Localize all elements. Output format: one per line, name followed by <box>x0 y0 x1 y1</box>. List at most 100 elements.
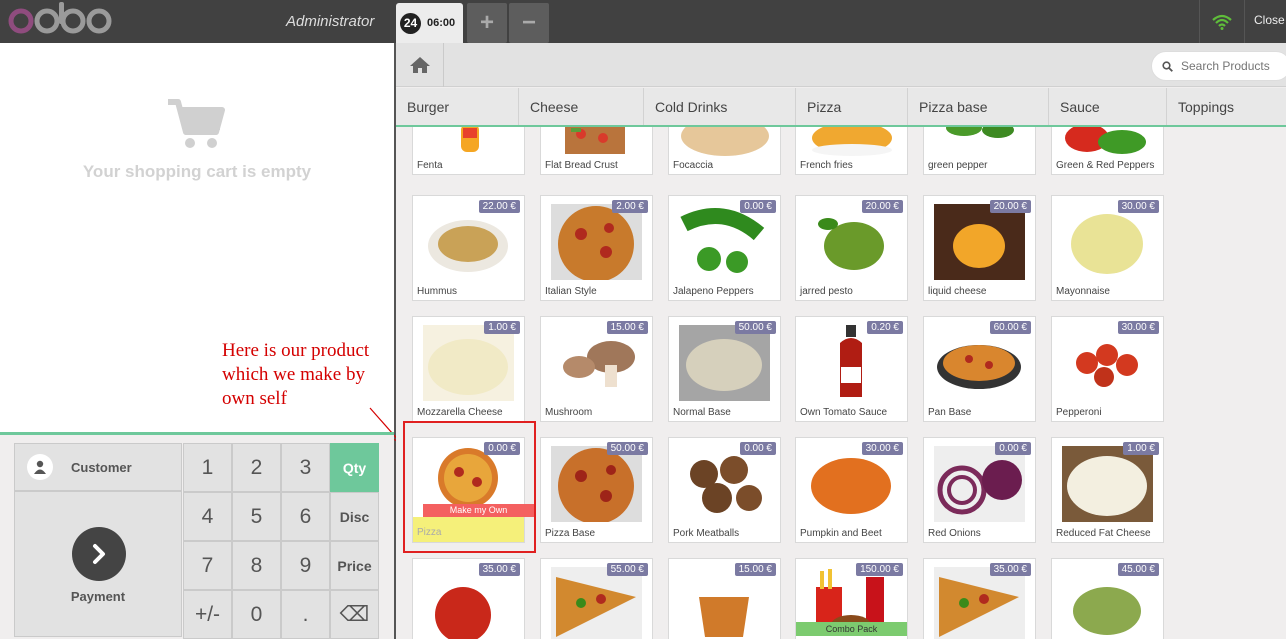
category-toppings[interactable]: Toppings <box>1167 88 1286 125</box>
search-input[interactable] <box>1181 59 1281 73</box>
product-french-fries[interactable]: French fries <box>795 127 908 175</box>
home-icon[interactable] <box>396 43 444 87</box>
product-name: Reduced Fat Cheese <box>1056 528 1151 539</box>
search-box[interactable] <box>1151 51 1286 81</box>
product-image <box>679 325 770 401</box>
product-name: Pepperoni <box>1056 407 1102 418</box>
product-image <box>679 567 770 639</box>
breadcrumb-bar <box>396 43 1286 87</box>
product-image <box>679 127 770 156</box>
category-burger[interactable]: Burger <box>396 88 519 125</box>
product-name: Flat Bread Crust <box>545 160 618 171</box>
product-image <box>934 127 1025 156</box>
product-own-tomato-sauce[interactable]: 0.20 € Own Tomato Sauce <box>795 316 908 422</box>
product-italian-style[interactable]: 2.00 € Italian Style <box>540 195 653 301</box>
product-price: 0.00 € <box>995 442 1031 455</box>
product-price: 1.00 € <box>1123 442 1159 455</box>
numpad-key-7[interactable]: 7 <box>183 541 232 590</box>
product-tile[interactable]: 35.00 € <box>923 558 1036 639</box>
product-jarred-pesto[interactable]: 20.00 € jarred pesto <box>795 195 908 301</box>
empty-cart-message: Your shopping cart is empty <box>82 162 312 181</box>
product-mushroom[interactable]: 15.00 € Mushroom <box>540 316 653 422</box>
category-sauce[interactable]: Sauce <box>1049 88 1167 125</box>
product-name: Pan Base <box>928 407 972 418</box>
category-pizza[interactable]: Pizza <box>796 88 908 125</box>
product-image <box>806 325 897 401</box>
product-name: Jalapeno Peppers <box>673 286 754 297</box>
product-name: Red Onions <box>928 528 981 539</box>
product-tile[interactable]: 35.00 € <box>412 558 525 639</box>
category-pizza-base[interactable]: Pizza base <box>908 88 1049 125</box>
product-price: 55.00 € <box>606 563 648 576</box>
category-cold-drinks[interactable]: Cold Drinks <box>644 88 796 125</box>
product-price: 60.00 € <box>989 321 1031 334</box>
search-icon <box>1162 60 1173 72</box>
product-green-red-peppers[interactable]: Green & Red Peppers <box>1051 127 1164 175</box>
product-normal-base[interactable]: 50.00 € Normal Base <box>668 316 781 422</box>
product-tile[interactable]: 55.00 € <box>540 558 653 639</box>
numpad-key-9[interactable]: 9 <box>281 541 330 590</box>
product-image <box>423 325 514 401</box>
product-focaccia[interactable]: Focaccia <box>668 127 781 175</box>
category-cheese[interactable]: Cheese <box>519 88 644 125</box>
product-price: 2.00 € <box>612 200 648 213</box>
product-name: Pumpkin and Beet <box>800 528 882 539</box>
product-name: Italian Style <box>545 286 597 297</box>
order-tab[interactable]: 24 06:00 <box>396 3 463 43</box>
product-price: 0.00 € <box>484 442 520 455</box>
numpad-key-5[interactable]: 5 <box>232 492 281 541</box>
product-price: 0.20 € <box>867 321 903 334</box>
product-name: Green & Red Peppers <box>1056 160 1155 171</box>
close-button[interactable]: Close <box>1254 13 1285 27</box>
product-image <box>806 446 897 522</box>
product-flat-bread-crust[interactable]: Flat Bread Crust <box>540 127 653 175</box>
product-pizza-base[interactable]: 50.00 € Pizza Base <box>540 437 653 543</box>
product-name: jarred pesto <box>800 286 853 297</box>
product-image <box>934 567 1025 639</box>
product-pan-base[interactable]: 60.00 € Pan Base <box>923 316 1036 422</box>
product-image <box>551 446 642 522</box>
product-name: Own Tomato Sauce <box>800 407 888 418</box>
product-tile[interactable]: 45.00 € <box>1051 558 1164 639</box>
product-name: Mayonnaise <box>1056 286 1110 297</box>
product-pepperoni[interactable]: 30.00 € Pepperoni <box>1051 316 1164 422</box>
product-mayonnaise[interactable]: 30.00 € Mayonnaise <box>1051 195 1164 301</box>
numpad-key-3[interactable]: 3 <box>281 443 330 492</box>
numpad-key-8[interactable]: 8 <box>232 541 281 590</box>
product-liquid-cheese[interactable]: 20.00 € liquid cheese <box>923 195 1036 301</box>
product-image <box>806 127 897 156</box>
make-my-own-badge: Make my Own <box>423 504 534 517</box>
numpad-key-1[interactable]: 1 <box>183 443 232 492</box>
numpad-key-dot[interactable]: . <box>281 590 330 639</box>
product-name: Normal Base <box>673 407 731 418</box>
product-pork-meatballs[interactable]: 0.00 € Pork Meatballs <box>668 437 781 543</box>
remove-order-button[interactable]: − <box>509 3 549 43</box>
numpad-key-2[interactable]: 2 <box>232 443 281 492</box>
disc-mode-button[interactable]: Disc <box>330 492 379 541</box>
product-hummus[interactable]: 22.00 € Hummus <box>412 195 525 301</box>
product-price: 30.00 € <box>861 442 903 455</box>
numpad-key-plusminus[interactable]: +/- <box>183 590 232 639</box>
qty-mode-button[interactable]: Qty <box>330 443 379 492</box>
product-red-onions[interactable]: 0.00 € Red Onions <box>923 437 1036 543</box>
customer-button[interactable]: Customer <box>14 443 182 491</box>
product-fenta[interactable]: Fenta <box>412 127 525 175</box>
order-time: 06:00 <box>427 17 456 29</box>
product-pumpkin-and-beet[interactable]: 30.00 € Pumpkin and Beet <box>795 437 908 543</box>
product-combo-pack[interactable]: 150.00 € Combo Pack <box>795 558 908 639</box>
product-reduced-fat-cheese[interactable]: 1.00 € Reduced Fat Cheese <box>1051 437 1164 543</box>
product-jalapeno-peppers[interactable]: 0.00 € Jalapeno Peppers <box>668 195 781 301</box>
chevron-right-icon <box>72 527 126 581</box>
product-mozzarella-cheese[interactable]: 1.00 € Mozzarella Cheese <box>412 316 525 422</box>
payment-button[interactable]: Payment <box>14 491 182 637</box>
numpad-key-6[interactable]: 6 <box>281 492 330 541</box>
wifi-icon[interactable] <box>1199 0 1245 43</box>
top-bar: Administrator 24 06:00 + − Close <box>0 0 1286 43</box>
numpad-key-0[interactable]: 0 <box>232 590 281 639</box>
price-mode-button[interactable]: Price <box>330 541 379 590</box>
product-tile[interactable]: 15.00 € <box>668 558 781 639</box>
add-order-button[interactable]: + <box>467 3 507 43</box>
product-green-pepper[interactable]: green pepper <box>923 127 1036 175</box>
backspace-icon[interactable]: ⌫ <box>330 590 379 639</box>
numpad-key-4[interactable]: 4 <box>183 492 232 541</box>
